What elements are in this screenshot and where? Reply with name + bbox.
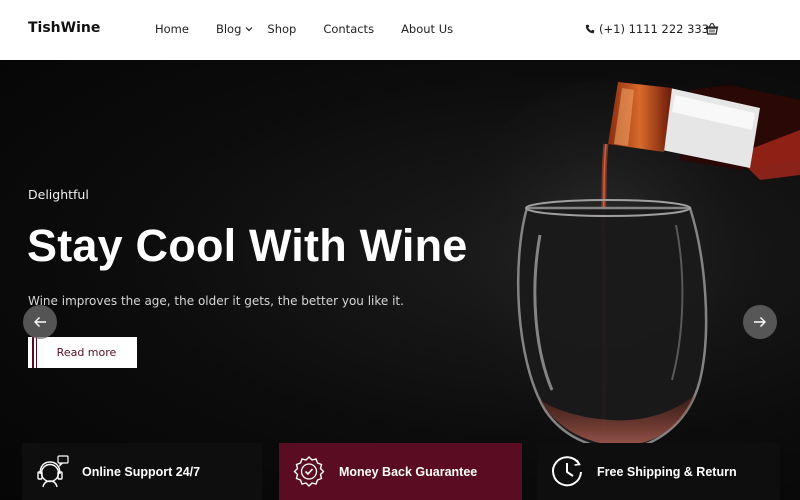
nav-about-us[interactable]: About Us bbox=[401, 22, 453, 36]
feature-free-shipping: Free Shipping & Return bbox=[537, 443, 780, 500]
wine-pour-image bbox=[445, 80, 800, 500]
button-accent-bars bbox=[32, 337, 37, 368]
clock-icon bbox=[552, 455, 582, 486]
site-header: TishWine Home Blog Shop Contacts About U… bbox=[0, 0, 800, 60]
read-more-button[interactable]: Read more bbox=[28, 337, 137, 368]
feature-online-support: Online Support 24/7 bbox=[22, 443, 262, 500]
phone-icon bbox=[585, 24, 595, 34]
phone-number: (+1) 1111 222 333 bbox=[599, 22, 710, 36]
nav-contacts[interactable]: Contacts bbox=[323, 22, 374, 36]
nav-about-us-label: About Us bbox=[401, 22, 454, 36]
chevron-down-icon bbox=[245, 27, 253, 32]
hero-headline: Stay Cool With Wine bbox=[27, 220, 468, 271]
hero-eyebrow: Delightful bbox=[28, 187, 89, 202]
hero-tagline: Wine improves the age, the older it gets… bbox=[28, 294, 404, 308]
phone-link[interactable]: (+1) 1111 222 333 bbox=[585, 22, 709, 36]
arrow-right-icon bbox=[754, 317, 766, 327]
nav-blog-label: Blog bbox=[215, 22, 242, 36]
nav-shop[interactable]: Shop bbox=[267, 22, 296, 36]
nav-contacts-label: Contacts bbox=[323, 22, 375, 36]
support-headset-icon bbox=[37, 454, 69, 487]
nav-home[interactable]: Home bbox=[155, 22, 189, 36]
badge-check-icon bbox=[293, 455, 325, 487]
read-more-label: Read more bbox=[56, 346, 117, 359]
slider-prev-button[interactable] bbox=[23, 305, 57, 339]
cart-button[interactable] bbox=[705, 22, 719, 40]
shopping-basket-icon bbox=[705, 22, 719, 35]
feature-money-back: Money Back Guarantee bbox=[279, 443, 522, 500]
feature-free-shipping-label: Free Shipping & Return bbox=[597, 464, 737, 479]
nav-home-label: Home bbox=[155, 22, 189, 36]
nav-blog[interactable]: Blog bbox=[216, 22, 253, 36]
nav-shop-label: Shop bbox=[267, 22, 297, 36]
hero-slider: Delightful Stay Cool With Wine Wine impr… bbox=[0, 60, 800, 500]
feature-online-support-label: Online Support 24/7 bbox=[82, 464, 201, 479]
slider-next-button[interactable] bbox=[743, 305, 777, 339]
feature-money-back-label: Money Back Guarantee bbox=[339, 464, 478, 479]
site-logo[interactable]: TishWine bbox=[28, 20, 100, 36]
main-nav: Home Blog Shop Contacts About Us bbox=[155, 22, 453, 36]
arrow-left-icon bbox=[34, 317, 46, 327]
